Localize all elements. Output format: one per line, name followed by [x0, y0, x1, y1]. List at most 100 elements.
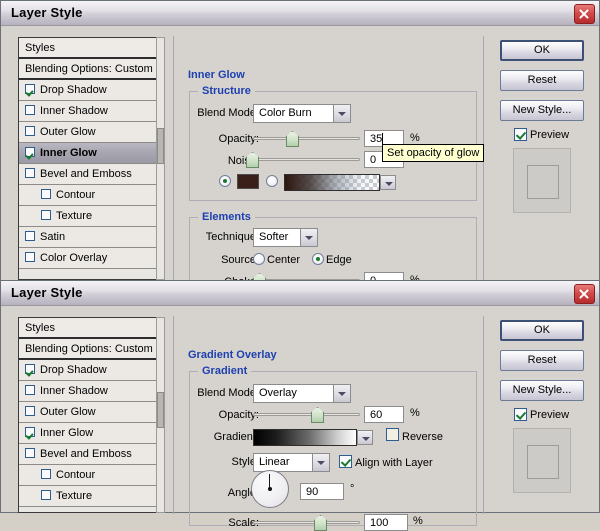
styles-header-2[interactable]: Styles	[19, 318, 156, 339]
styles-header[interactable]: Styles	[19, 38, 156, 59]
style-label: Outer Glow	[40, 406, 96, 418]
checkbox-bevel-and-emboss[interactable]	[25, 448, 35, 458]
preview-checkbox-2[interactable]	[514, 408, 527, 421]
checkbox-contour[interactable]	[41, 189, 51, 199]
slider-thumb[interactable]	[246, 152, 259, 168]
chevron-down-icon[interactable]	[333, 105, 350, 122]
slider-thumb[interactable]	[314, 515, 327, 531]
reverse-checkbox[interactable]	[386, 428, 399, 441]
style-item-texture[interactable]: Texture	[19, 206, 156, 227]
styles-scrollbar-1[interactable]	[156, 37, 165, 280]
angle-dial[interactable]	[251, 470, 289, 508]
angle-center-dot	[268, 487, 272, 491]
preview-label-2: Preview	[530, 409, 570, 421]
gradient-chevron-down-icon-2[interactable]	[357, 430, 373, 445]
opacity-slider[interactable]	[253, 131, 360, 147]
styles-list-2[interactable]: Styles Blending Options: Custom Drop Sha…	[18, 317, 156, 513]
style-item-bevel-and-emboss-2[interactable]: Bevel and Emboss	[19, 444, 156, 465]
glow-color-swatch[interactable]	[237, 174, 259, 189]
blending-options-row[interactable]: Blending Options: Custom	[19, 59, 156, 80]
checkbox-inner-glow[interactable]	[25, 147, 35, 157]
style-item-drop-shadow-2[interactable]: Drop Shadow	[19, 360, 156, 381]
divider-right-2	[483, 316, 484, 514]
style-label: Bevel and Emboss	[40, 168, 132, 180]
checkbox-inner-shadow[interactable]	[25, 105, 35, 115]
style-item-inner-shadow-2[interactable]: Inner Shadow	[19, 381, 156, 402]
styles-list-1[interactable]: Styles Blending Options: Custom Drop Sha…	[18, 37, 156, 280]
angle-unit: °	[350, 483, 355, 495]
style-item-outer-glow-2[interactable]: Outer Glow	[19, 402, 156, 423]
window-title-2: Layer Style	[11, 285, 83, 300]
style-item-contour[interactable]: Contour	[19, 185, 156, 206]
style-item-bevel-and-emboss[interactable]: Bevel and Emboss	[19, 164, 156, 185]
scrollbar-thumb-2[interactable]	[157, 392, 164, 428]
align-with-layer-checkbox[interactable]	[339, 455, 352, 468]
style-select[interactable]: Linear	[253, 453, 330, 472]
style-item-inner-glow-2[interactable]: Inner Glow	[19, 423, 156, 444]
checkbox-texture[interactable]	[41, 490, 51, 500]
style-value: Linear	[259, 456, 290, 468]
new-style-button-2[interactable]: New Style...	[500, 380, 584, 401]
preview-checkbox[interactable]	[514, 128, 527, 141]
checkbox-inner-shadow[interactable]	[25, 385, 35, 395]
blending-options-row-2[interactable]: Blending Options: Custom	[19, 339, 156, 360]
tooltip: Set opacity of glow	[382, 144, 485, 162]
align-with-layer-label: Align with Layer	[355, 457, 433, 469]
glow-color-radio[interactable]	[219, 175, 231, 187]
style-item-inner-glow[interactable]: Inner Glow	[19, 143, 156, 164]
chevron-down-icon[interactable]	[333, 385, 350, 402]
checkbox-color-overlay[interactable]	[25, 252, 35, 262]
checkbox-outer-glow[interactable]	[25, 126, 35, 136]
gradient-chevron-down-icon[interactable]	[380, 175, 396, 190]
reset-button-2[interactable]: Reset	[500, 350, 584, 371]
slider-thumb[interactable]	[286, 131, 299, 147]
divider-left	[173, 36, 174, 281]
blend-mode-select[interactable]: Color Burn	[253, 104, 351, 123]
ok-button[interactable]: OK	[500, 40, 584, 61]
scale-label: Scale:	[228, 517, 259, 529]
style-item-inner-shadow[interactable]: Inner Shadow	[19, 101, 156, 122]
checkbox-contour[interactable]	[41, 469, 51, 479]
style-item-outer-glow[interactable]: Outer Glow	[19, 122, 156, 143]
checkbox-bevel-and-emboss[interactable]	[25, 168, 35, 178]
slider-thumb[interactable]	[311, 407, 324, 423]
scrollbar-thumb[interactable]	[157, 128, 164, 164]
technique-select[interactable]: Softer	[253, 228, 318, 247]
chevron-down-icon[interactable]	[312, 454, 329, 471]
checkbox-drop-shadow[interactable]	[25, 364, 35, 374]
close-icon[interactable]	[574, 4, 595, 24]
source-edge-radio[interactable]	[312, 253, 324, 265]
style-item-texture-2[interactable]: Texture	[19, 486, 156, 507]
style-item-satin[interactable]: Satin	[19, 227, 156, 248]
scale-input[interactable]: 100	[364, 514, 408, 531]
noise-slider[interactable]	[246, 152, 360, 168]
chevron-down-icon[interactable]	[300, 229, 317, 246]
checkbox-satin[interactable]	[25, 231, 35, 241]
close-icon-2[interactable]	[574, 284, 595, 304]
checkbox-texture[interactable]	[41, 210, 51, 220]
glow-gradient-radio[interactable]	[266, 175, 278, 187]
checkbox-drop-shadow[interactable]	[25, 84, 35, 94]
style-item-contour-2[interactable]: Contour	[19, 465, 156, 486]
style-item-color-overlay[interactable]: Color Overlay	[19, 248, 156, 269]
new-style-button[interactable]: New Style...	[500, 100, 584, 121]
divider-left-2	[173, 316, 174, 514]
angle-input[interactable]: 90	[300, 483, 344, 500]
opacity-slider-2[interactable]	[253, 407, 360, 423]
scale-slider[interactable]	[253, 515, 360, 531]
titlebar-2[interactable]: Layer Style	[1, 281, 599, 306]
blend-mode-value-2: Overlay	[259, 387, 297, 399]
opacity-input-2[interactable]: 60	[364, 406, 404, 423]
blend-mode-select-2[interactable]: Overlay	[253, 384, 351, 403]
ok-button-2[interactable]: OK	[500, 320, 584, 341]
structure-title: Structure	[198, 85, 255, 97]
checkbox-outer-glow[interactable]	[25, 406, 35, 416]
checkbox-inner-glow[interactable]	[25, 427, 35, 437]
source-center-radio[interactable]	[253, 253, 265, 265]
gradient-preview-2[interactable]	[253, 429, 373, 446]
glow-gradient-preview[interactable]	[284, 174, 396, 191]
style-item-drop-shadow[interactable]: Drop Shadow	[19, 80, 156, 101]
titlebar-1[interactable]: Layer Style	[1, 1, 599, 26]
styles-scrollbar-2[interactable]	[156, 317, 165, 513]
reset-button[interactable]: Reset	[500, 70, 584, 91]
